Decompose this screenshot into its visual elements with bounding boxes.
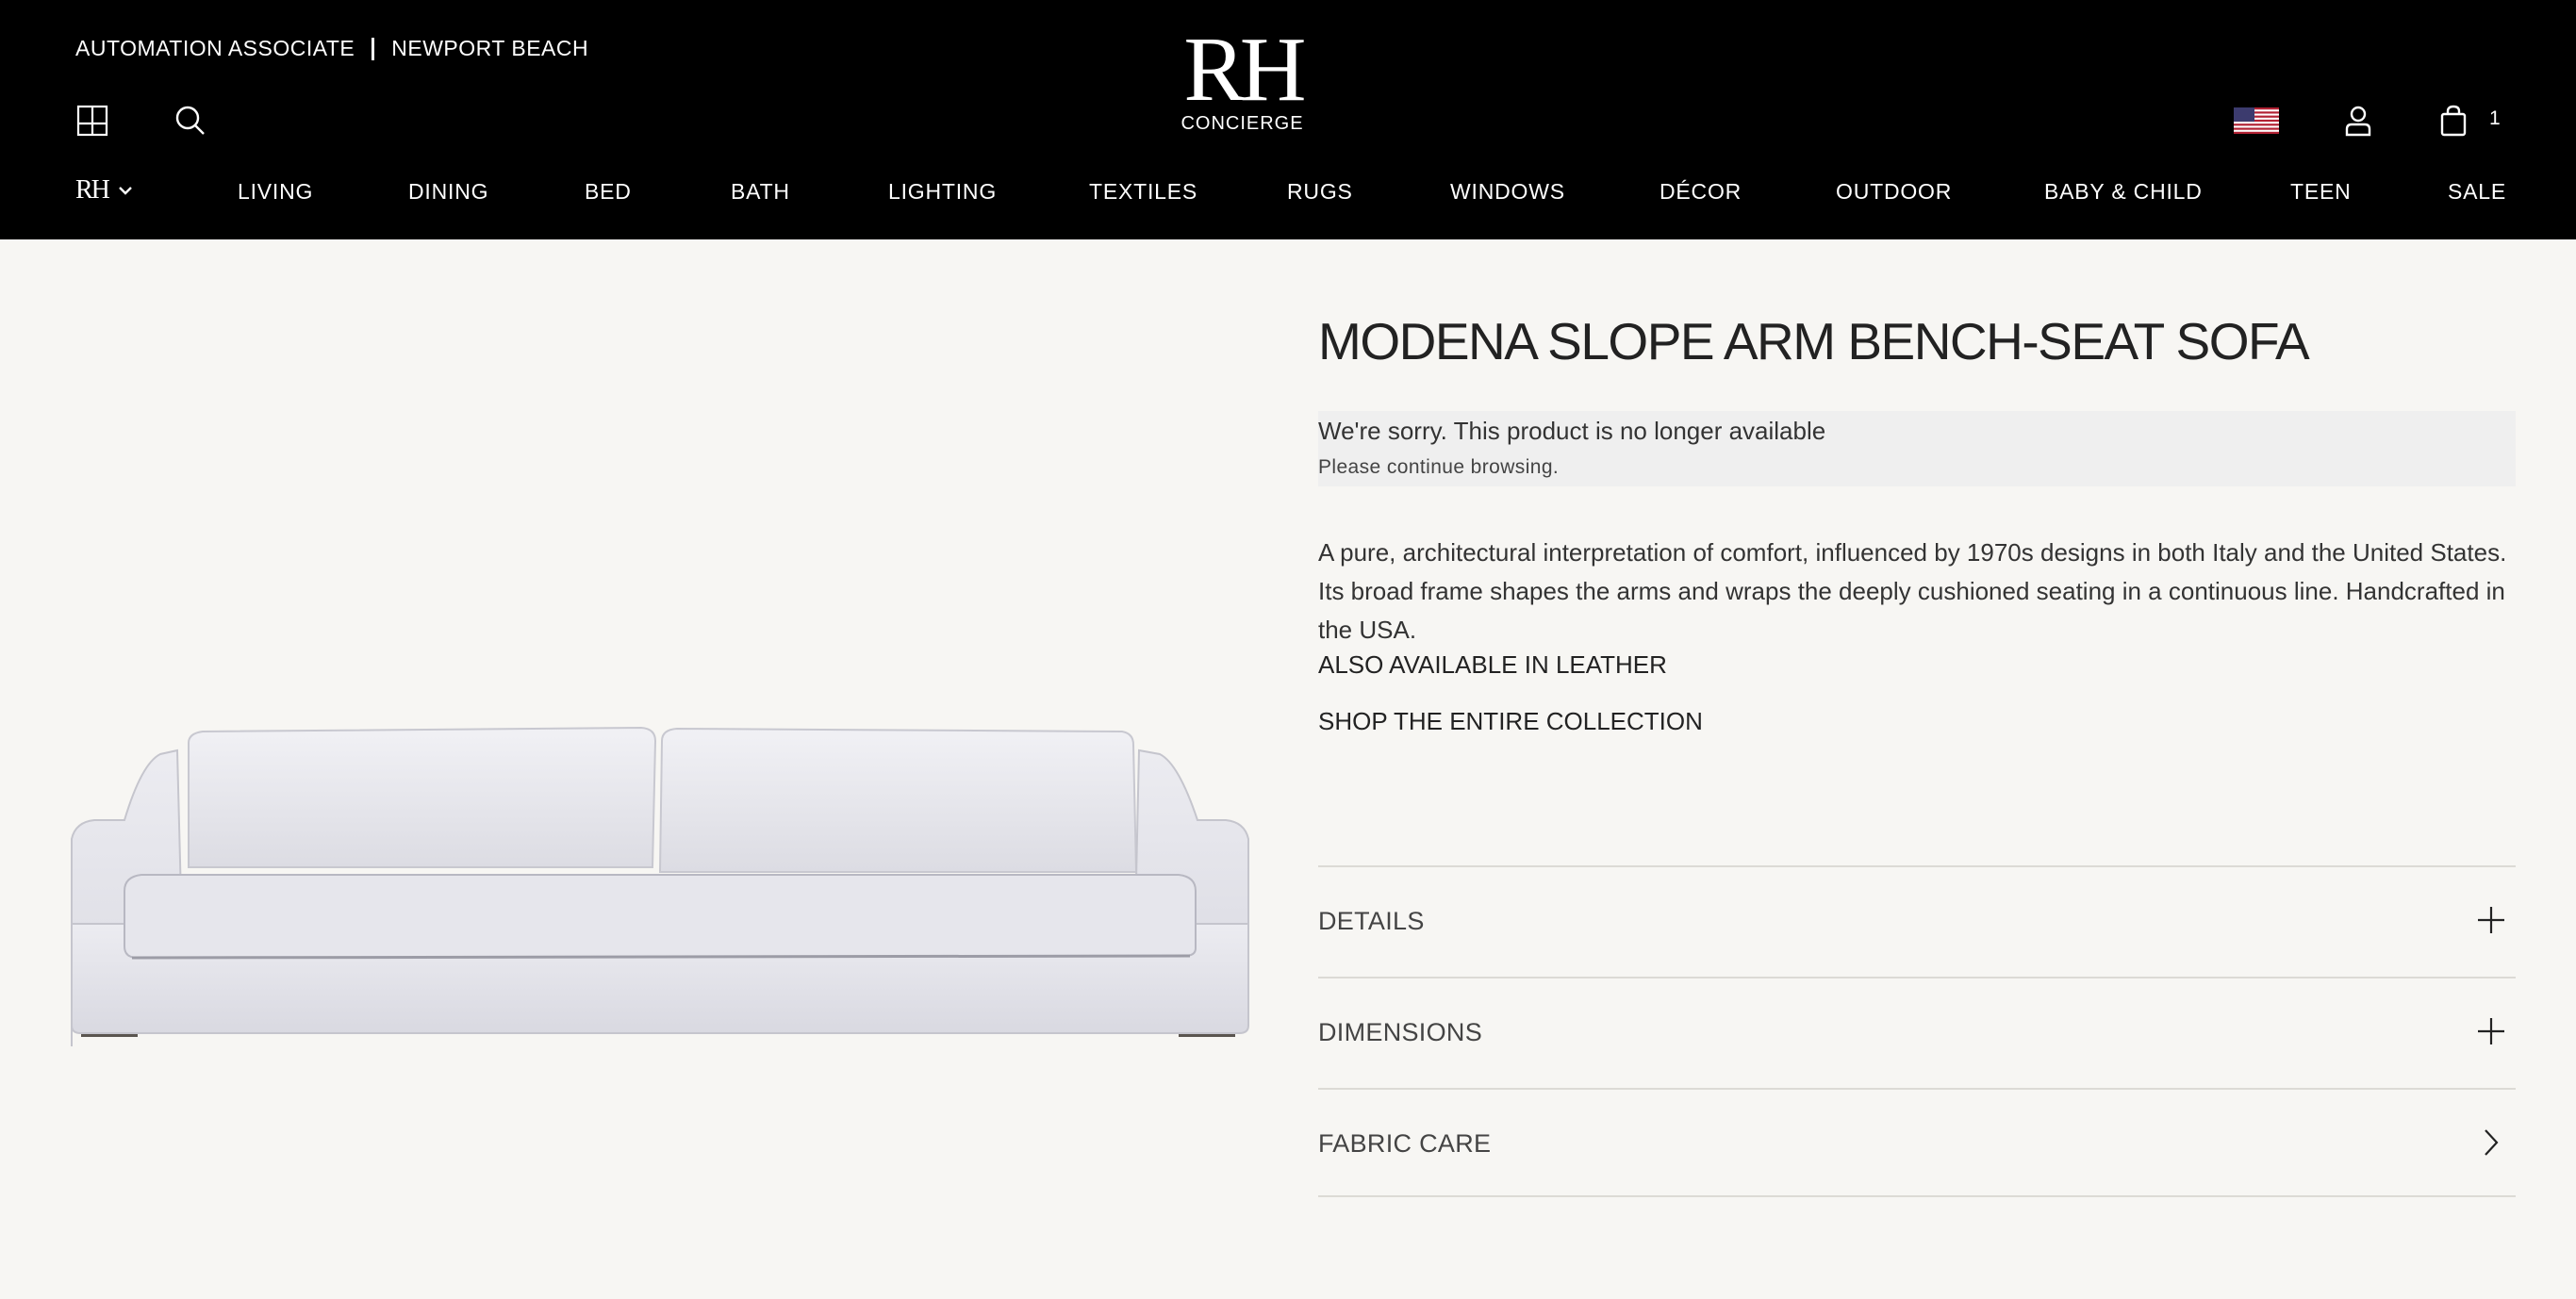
nav-bed[interactable]: BED	[585, 179, 632, 205]
location-label[interactable]: NEWPORT BEACH	[391, 36, 588, 61]
logo-mark: RH	[1183, 19, 1306, 121]
cart-count[interactable]: 1	[2489, 107, 2501, 130]
logo-sub: CONCIERGE	[1181, 113, 1304, 134]
nav-living[interactable]: LIVING	[238, 179, 313, 205]
product-description: A pure, architectural interpretation of …	[1318, 538, 2507, 644]
chevron-right-icon	[2485, 1129, 2499, 1156]
unavailable-notice: We're sorry. This product is no longer a…	[1318, 411, 2516, 486]
nav-teen[interactable]: TEEN	[2290, 179, 2352, 205]
notice-title: We're sorry. This product is no longer a…	[1318, 417, 1826, 445]
nav-windows[interactable]: WINDOWS	[1450, 179, 1565, 205]
divider	[1318, 1195, 2516, 1197]
product-title: MODENA SLOPE ARM BENCH-SEAT SOFA	[1318, 312, 2310, 370]
associate-label: AUTOMATION ASSOCIATE	[75, 36, 355, 60]
search-icon[interactable]	[172, 102, 209, 140]
account-icon[interactable]	[2339, 102, 2377, 140]
accordion-details[interactable]: DETAILS	[1318, 865, 2516, 977]
brand-selector[interactable]: RH	[75, 175, 133, 206]
collection-link[interactable]: SHOP THE ENTIRE COLLECTION	[1318, 707, 1703, 736]
nav-baby-child[interactable]: BABY & CHILD	[2044, 179, 2203, 205]
nav-rugs[interactable]: RUGS	[1287, 179, 1353, 205]
nav-decor[interactable]: DÉCOR	[1660, 179, 1742, 205]
plus-icon	[2478, 907, 2504, 933]
cart-icon[interactable]	[2435, 102, 2472, 140]
accordion-dimensions[interactable]: DIMENSIONS	[1318, 977, 2516, 1088]
nav-bath[interactable]: BATH	[731, 179, 790, 205]
main-nav: RH LIVING DINING BED BATH LIGHTING TEXTI…	[0, 175, 2576, 213]
nav-sale[interactable]: SALE	[2448, 179, 2506, 205]
nav-lighting[interactable]: LIGHTING	[888, 179, 997, 205]
nav-outdoor[interactable]: OUTDOOR	[1836, 179, 1952, 205]
leather-link[interactable]: ALSO AVAILABLE IN LEATHER	[1318, 650, 1667, 680]
site-header: AUTOMATION ASSOCIATE NEWPORT BEACH RH CO…	[0, 0, 2576, 239]
accordion-label: DIMENSIONS	[1318, 1018, 1483, 1046]
gallery-icon[interactable]	[74, 102, 111, 140]
nav-dining[interactable]: DINING	[408, 179, 488, 205]
notice-subtitle: Please continue browsing.	[1318, 456, 1560, 478]
chevron-down-icon	[119, 187, 132, 195]
accordion-label: DETAILS	[1318, 907, 1425, 935]
product-image	[71, 726, 1249, 1046]
mini-logo: RH	[75, 175, 110, 205]
associate-info: AUTOMATION ASSOCIATE NEWPORT BEACH	[75, 36, 588, 61]
us-flag-icon[interactable]	[2233, 102, 2280, 140]
divider	[372, 37, 375, 60]
accordion-fabric-care[interactable]: FABRIC CARE	[1318, 1088, 2516, 1199]
plus-icon	[2478, 1018, 2504, 1044]
rh-concierge-logo[interactable]: RH CONCIERGE	[1169, 19, 1315, 135]
accordion-label: FABRIC CARE	[1318, 1129, 1492, 1158]
nav-textiles[interactable]: TEXTILES	[1089, 179, 1197, 205]
